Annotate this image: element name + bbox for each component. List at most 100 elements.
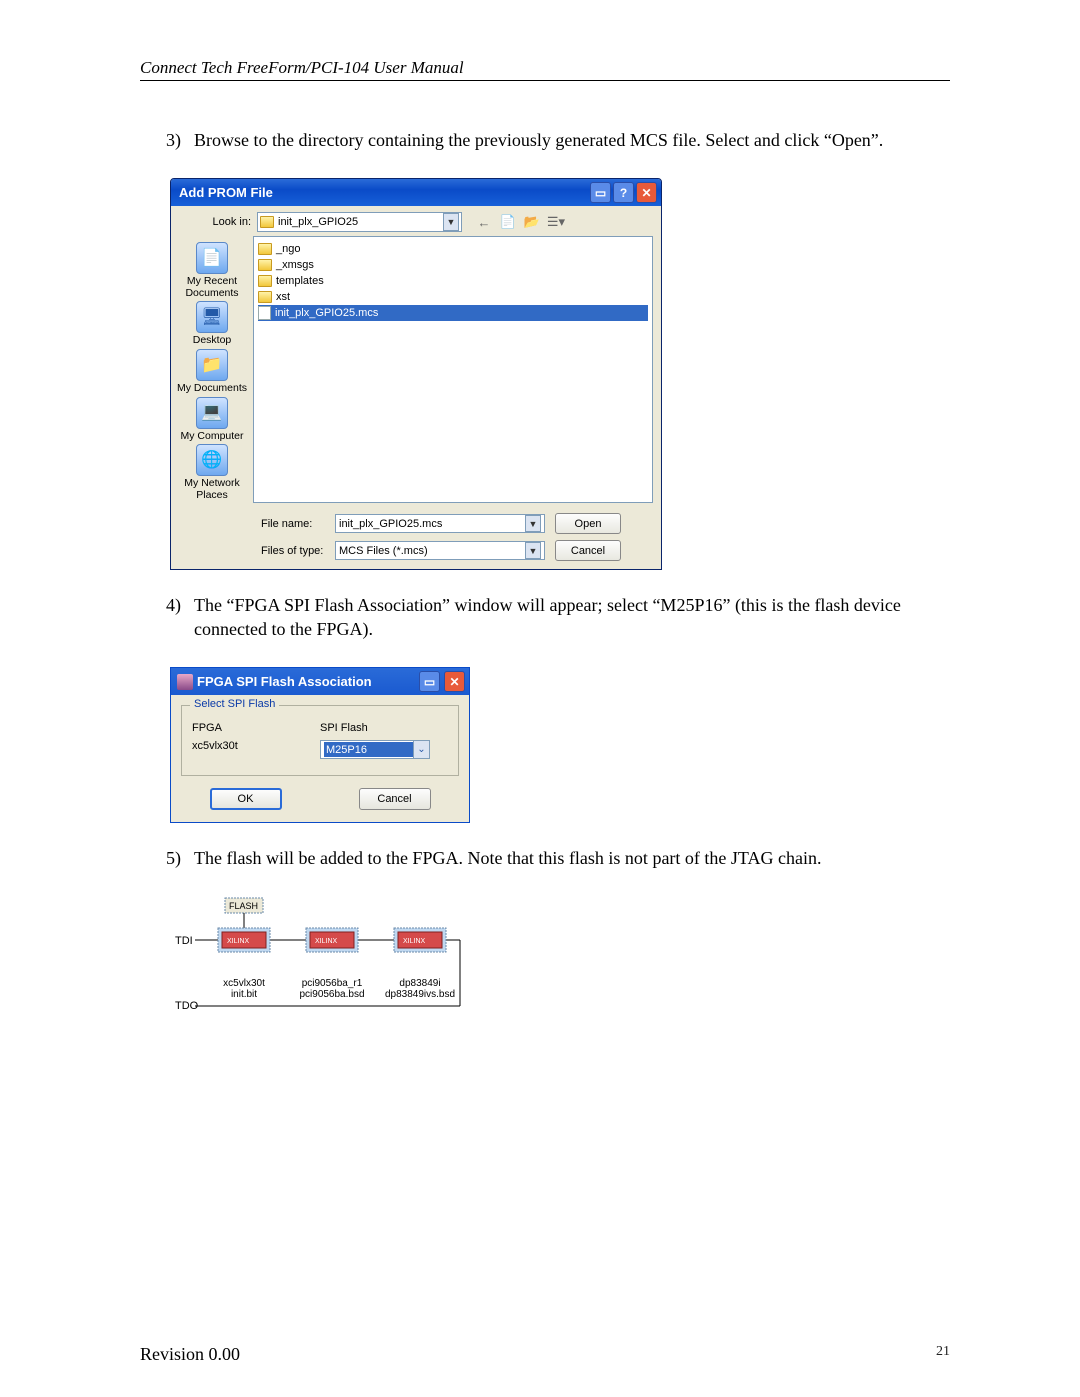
chip3-l1: dp83849i (399, 978, 440, 989)
filename-input[interactable]: init_plx_GPIO25.mcs ▼ (335, 514, 545, 533)
lookin-label: Look in: (179, 216, 251, 228)
app-icon (177, 674, 193, 690)
chip-brand: XILINX (315, 938, 338, 945)
step-num: 3) (166, 129, 194, 152)
close-icon[interactable]: ✕ (444, 671, 465, 692)
filename-value: init_plx_GPIO25.mcs (339, 518, 525, 530)
new-folder-icon[interactable]: 📂 (522, 212, 542, 232)
folder-icon (258, 259, 272, 271)
folder-icon (258, 243, 272, 255)
page-number: 21 (936, 1344, 950, 1365)
chevron-down-icon[interactable]: ⌄ (413, 741, 429, 758)
place-recent[interactable]: 📄 My Recent Documents (173, 242, 251, 299)
file-name: _xmsgs (276, 259, 314, 271)
place-mycomputer[interactable]: 💻 My Computer (180, 397, 243, 443)
place-label: Desktop (193, 335, 232, 347)
filetype-combo[interactable]: MCS Files (*.mcs) ▼ (335, 541, 545, 560)
chip-1: XILINX (218, 928, 270, 952)
tdi-label: TDI (175, 935, 193, 947)
filetype-label: Files of type: (261, 545, 325, 557)
folder-icon (258, 275, 272, 287)
add-prom-file-dialog: Add PROM File ▭ ? ✕ Look in: init_plx_GP… (170, 178, 662, 570)
step-5: 5) The flash will be added to the FPGA. … (166, 847, 950, 870)
cancel-button[interactable]: Cancel (359, 788, 431, 810)
computer-icon: 💻 (196, 397, 228, 429)
up-folder-icon[interactable]: 📄 (498, 212, 518, 232)
lookin-value: init_plx_GPIO25 (278, 216, 358, 228)
dialog-title: Add PROM File (179, 185, 590, 200)
place-network[interactable]: 🌐 My Network Places (173, 444, 251, 501)
list-item[interactable]: templates (258, 273, 648, 289)
filename-label: File name: (261, 518, 325, 530)
step-text: The flash will be added to the FPGA. Not… (194, 847, 950, 870)
jtag-chain-diagram: TDI TDO FLASH XILINX XILINX (170, 896, 470, 1016)
cancel-button[interactable]: Cancel (555, 540, 621, 561)
chip-brand: XILINX (227, 938, 250, 945)
folder-icon (260, 216, 274, 228)
file-name: xst (276, 291, 290, 303)
chevron-down-icon[interactable]: ▼ (525, 542, 541, 559)
file-name: templates (276, 275, 324, 287)
filetype-value: MCS Files (*.mcs) (339, 545, 525, 557)
places-bar: 📄 My Recent Documents 🖥 Desktop 📁 My Doc… (171, 236, 253, 507)
list-item-selected[interactable]: init_plx_GPIO25.mcs (258, 305, 648, 321)
back-icon[interactable]: ← (474, 212, 494, 232)
titlebar[interactable]: Add PROM File ▭ ? ✕ (171, 179, 661, 206)
place-label: My Recent Documents (173, 276, 251, 299)
list-item[interactable]: _xmsgs (258, 257, 648, 273)
step-3: 3) Browse to the directory containing th… (166, 129, 950, 152)
views-icon[interactable]: ☰▾ (546, 212, 566, 232)
chip-3: XILINX (394, 928, 446, 952)
place-label: My Documents (177, 383, 247, 395)
titlebar[interactable]: FPGA SPI Flash Association ▭ ✕ (171, 668, 469, 695)
dialog-title: FPGA SPI Flash Association (197, 674, 415, 689)
step-num: 5) (166, 847, 194, 870)
place-desktop[interactable]: 🖥 Desktop (193, 301, 232, 347)
chip-2: XILINX (306, 928, 358, 952)
contexthelp-icon[interactable]: ▭ (590, 182, 611, 203)
help-icon[interactable]: ? (613, 182, 634, 203)
file-list[interactable]: _ngo _xmsgs templates xst init_plx_GPIO2… (253, 236, 653, 503)
fpga-column-label: FPGA (192, 722, 320, 734)
spi-column-label: SPI Flash (320, 722, 448, 734)
chevron-down-icon[interactable]: ▼ (443, 213, 459, 231)
contexthelp-icon[interactable]: ▭ (419, 671, 440, 692)
recent-docs-icon: 📄 (196, 242, 228, 274)
group-legend: Select SPI Flash (190, 698, 279, 710)
flash-label: FLASH (229, 901, 258, 911)
step-num: 4) (166, 594, 194, 641)
close-icon[interactable]: ✕ (636, 182, 657, 203)
desktop-icon: 🖥 (196, 301, 228, 333)
place-mydocs[interactable]: 📁 My Documents (177, 349, 247, 395)
open-button[interactable]: Open (555, 513, 621, 534)
folder-icon (258, 291, 272, 303)
revision-label: Revision 0.00 (140, 1344, 240, 1365)
mydocs-icon: 📁 (196, 349, 228, 381)
file-name: init_plx_GPIO25.mcs (275, 307, 378, 319)
spi-flash-value: M25P16 (324, 742, 413, 757)
spi-flash-combo[interactable]: M25P16 ⌄ (320, 740, 430, 759)
chip3-l2: dp83849ivs.bsd (385, 989, 455, 1000)
file-name: _ngo (276, 243, 300, 255)
chip-brand: XILINX (403, 938, 426, 945)
list-item[interactable]: _ngo (258, 241, 648, 257)
chip1-l2: init.bit (231, 989, 257, 1000)
chip1-l1: xc5vlx30t (223, 978, 265, 989)
chevron-down-icon[interactable]: ▼ (525, 515, 541, 532)
list-item[interactable]: xst (258, 289, 648, 305)
chip2-l1: pci9056ba_r1 (302, 978, 363, 989)
step-4: 4) The “FPGA SPI Flash Association” wind… (166, 594, 950, 641)
file-icon (258, 306, 271, 320)
place-label: My Computer (180, 431, 243, 443)
doc-header: Connect Tech FreeForm/PCI-104 User Manua… (140, 58, 950, 81)
select-spi-group: Select SPI Flash FPGA xc5vlx30t SPI Flas… (181, 705, 459, 776)
network-icon: 🌐 (196, 444, 228, 476)
fpga-value: xc5vlx30t (192, 740, 320, 752)
step-text: Browse to the directory containing the p… (194, 129, 950, 152)
ok-button[interactable]: OK (210, 788, 282, 810)
lookin-combo[interactable]: init_plx_GPIO25 ▼ (257, 212, 462, 232)
chip2-l2: pci9056ba.bsd (299, 989, 364, 1000)
step-text: The “FPGA SPI Flash Association” window … (194, 594, 950, 641)
fpga-spi-dialog: FPGA SPI Flash Association ▭ ✕ Select SP… (170, 667, 470, 823)
tdo-label: TDO (175, 1000, 199, 1012)
